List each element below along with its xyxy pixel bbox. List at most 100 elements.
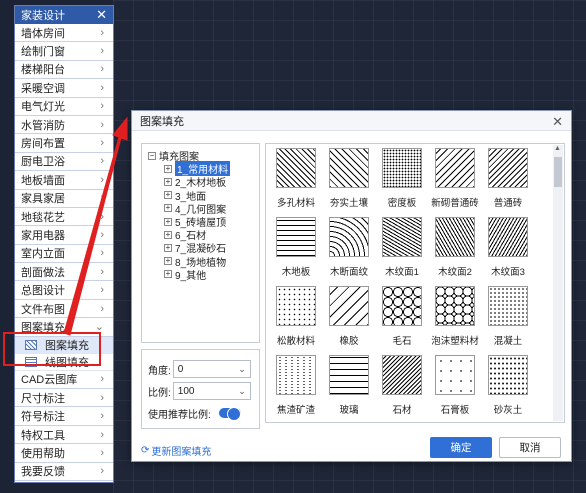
pattern-swatch <box>276 355 316 395</box>
sidebar-subitem-label: 线图填充 <box>45 356 89 369</box>
sidebar-item[interactable]: 家用电器 › <box>15 226 113 245</box>
pattern-tile[interactable]: 木纹面2 <box>429 217 481 278</box>
tree-item[interactable]: +5_砖墙屋顶 <box>142 215 259 229</box>
pattern-tile[interactable]: 木纹面1 <box>376 217 428 278</box>
sidebar-item[interactable]: 总图设计 › <box>15 281 113 300</box>
expand-icon[interactable]: + <box>164 164 172 173</box>
tree-item[interactable]: +6_石材 <box>142 228 259 242</box>
sidebar-item[interactable]: 采暖空调 › <box>15 79 113 98</box>
pattern-tile[interactable]: 玻璃 <box>323 355 375 416</box>
sidebar-item[interactable]: 电气灯光 › <box>15 98 113 116</box>
pattern-label: 砂灰土 <box>493 405 523 416</box>
sidebar-item[interactable]: 地毯花艺 › <box>15 208 113 227</box>
sidebar-item[interactable]: 尺寸标注 › <box>15 389 113 408</box>
pattern-tile[interactable]: 石材 <box>376 355 428 416</box>
expand-icon[interactable]: + <box>164 243 172 252</box>
tree-item[interactable]: +1_常用材料 <box>142 161 259 177</box>
expand-icon[interactable]: + <box>164 230 172 239</box>
sidebar-item[interactable]: 特权工具 › <box>15 426 113 445</box>
tree-item[interactable]: +4_几何图案 <box>142 202 259 216</box>
scroll-up-icon[interactable]: ▲ <box>554 145 561 152</box>
pattern-tile[interactable]: 石膏板 <box>429 355 481 416</box>
chevron-right-icon: › <box>100 428 104 441</box>
refresh-icon: ⟳ <box>141 445 150 456</box>
sidebar-item[interactable]: 我要反馈 › <box>15 463 113 481</box>
sidebar-item[interactable]: 室内立面 › <box>15 245 113 264</box>
tree-item[interactable]: +8_场地植物 <box>142 255 259 269</box>
pattern-tile[interactable]: 松散材料 <box>270 286 322 347</box>
sidebar-item-label: 我要反馈 <box>21 466 65 479</box>
sidebar-item[interactable]: 水管消防 › <box>15 116 113 135</box>
tree-item[interactable]: +9_其他 <box>142 268 259 282</box>
scrollbar-thumb[interactable] <box>554 157 562 187</box>
sidebar-item[interactable]: CAD云图库 › <box>15 371 113 390</box>
pattern-tile[interactable]: 夯实土壤 <box>323 148 375 209</box>
pattern-tile[interactable]: 木断面纹 <box>323 217 375 278</box>
pattern-swatch <box>488 217 528 257</box>
pattern-tile[interactable]: 木地板 <box>270 217 322 278</box>
sidebar-item[interactable]: 文件布图 › <box>15 300 113 319</box>
pattern-swatch <box>382 355 422 395</box>
pattern-tile[interactable]: 毛石 <box>376 286 428 347</box>
pattern-label: 普通砖 <box>493 198 523 209</box>
tree-item[interactable]: +7_混凝砂石 <box>142 241 259 255</box>
sidebar-item[interactable]: 楼梯阳台 › <box>15 61 113 80</box>
sidebar-menu: 家装设计 ✕ 墙体房间 › 绘制门窗 › 楼梯阳台 › 采暖空调 › 电气灯光 › 水管消防 › 房间布… <box>14 5 114 483</box>
recommend-scale-toggle[interactable] <box>218 407 241 421</box>
sidebar-item-label: CAD云图库 <box>21 374 78 387</box>
sidebar-item[interactable]: 绘制门窗 › <box>15 42 113 61</box>
pattern-tile[interactable]: 多孔材料 <box>270 148 322 209</box>
update-pattern-link[interactable]: ⟳ 更新图案填充 <box>141 443 211 458</box>
pattern-label: 松散材料 <box>276 336 315 347</box>
sidebar-item[interactable]: 房间布置 › <box>15 134 113 153</box>
chevron-right-icon: › <box>100 465 104 478</box>
pattern-tile[interactable]: 密度板 <box>376 148 428 209</box>
sidebar-item[interactable]: 墙体房间 › <box>15 24 113 43</box>
tree-root[interactable]: − 填充图案 <box>142 149 259 163</box>
pattern-swatch <box>488 355 528 395</box>
expand-icon[interactable]: + <box>164 204 172 213</box>
pattern-label: 密度板 <box>387 198 417 209</box>
sidebar-item-label: 水管消防 <box>21 119 65 132</box>
collapse-icon[interactable]: − <box>148 151 156 160</box>
pattern-tile[interactable]: 橡胶 <box>323 286 375 347</box>
expand-icon[interactable]: + <box>164 257 172 266</box>
angle-select[interactable]: 0 ⌄ <box>172 360 251 378</box>
gallery-scrollbar[interactable]: ▲ <box>553 145 563 421</box>
chevron-right-icon: › <box>100 137 104 150</box>
scale-select[interactable]: 100 ⌄ <box>172 382 251 400</box>
sidebar-item[interactable]: 剖面做法 › <box>15 263 113 282</box>
sidebar-subitem-pattern-fill[interactable]: 图案填充 <box>15 336 113 354</box>
expand-icon[interactable]: + <box>164 177 172 186</box>
expand-icon[interactable]: + <box>164 191 172 200</box>
sidebar-item-label: 室内立面 <box>21 248 65 261</box>
chevron-right-icon: › <box>100 302 104 315</box>
pattern-tile[interactable]: 混凝土 <box>482 286 534 347</box>
pattern-tile[interactable]: 普通砖 <box>482 148 534 209</box>
sidebar-item[interactable]: 使用帮助 › <box>15 444 113 463</box>
sidebar-item[interactable]: 地板墙面 › <box>15 171 113 190</box>
pattern-tile[interactable]: 焦渣矿渣 <box>270 355 322 416</box>
sidebar-item[interactable]: 家具家居 › <box>15 190 113 208</box>
expand-icon[interactable]: + <box>164 217 172 226</box>
sidebar-item[interactable]: 厨电卫浴 › <box>15 153 113 172</box>
close-icon[interactable]: ✕ <box>96 7 107 23</box>
expand-icon[interactable]: + <box>164 270 172 279</box>
tree-item[interactable]: +2_木材地板 <box>142 175 259 189</box>
pattern-tile[interactable]: 泡沫塑料材 <box>429 286 481 347</box>
chevron-right-icon: › <box>100 192 104 205</box>
ok-button[interactable]: 确定 <box>430 437 492 458</box>
tree-item[interactable]: +3_地面 <box>142 189 259 203</box>
cancel-button[interactable]: 取消 <box>499 437 561 458</box>
pattern-tile[interactable]: 砂灰土 <box>482 355 534 416</box>
sidebar-item-pattern-fill[interactable]: 图案填充 ⌄ <box>15 318 113 337</box>
pattern-tile[interactable]: 木纹面3 <box>482 217 534 278</box>
close-icon[interactable]: ✕ <box>552 114 563 130</box>
sidebar-subitem-line-fill[interactable]: 线图填充 <box>15 353 113 371</box>
pattern-tile[interactable]: 新砌普通砖 <box>429 148 481 209</box>
fill-options: 角度: 0 ⌄ 比例: 100 ⌄ 使用推荐比例: <box>141 349 260 429</box>
pattern-fill-dialog: 图案填充 ✕ − 填充图案 +1_常用材料 +2_木材地板 +3_地面 +4_几何图案… <box>131 110 572 462</box>
sidebar-item[interactable]: 符号标注 › <box>15 407 113 426</box>
sidebar-item-label: 地毯花艺 <box>21 211 65 224</box>
pattern-label: 玻璃 <box>339 405 359 416</box>
